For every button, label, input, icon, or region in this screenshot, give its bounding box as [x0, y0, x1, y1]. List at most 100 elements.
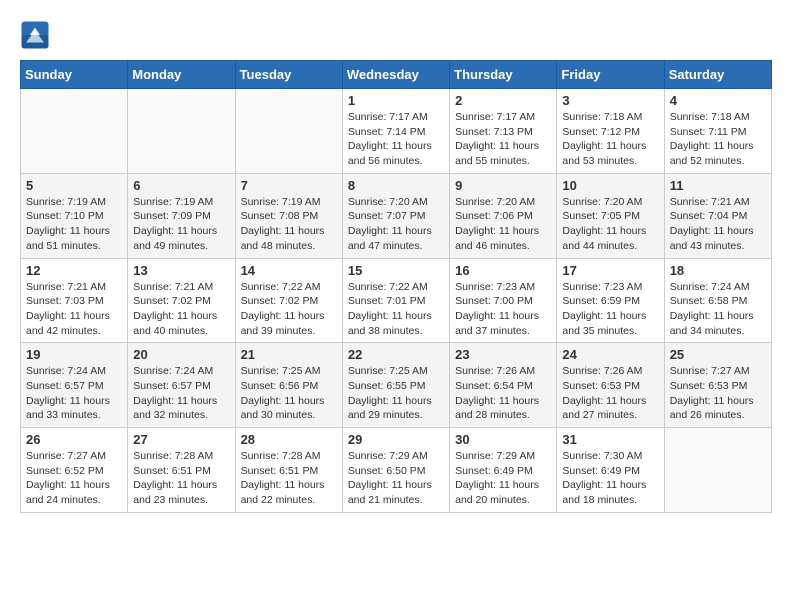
- page: SundayMondayTuesdayWednesdayThursdayFrid…: [0, 0, 792, 523]
- calendar-cell: [128, 89, 235, 174]
- day-number: 5: [26, 178, 122, 193]
- day-info: Sunrise: 7:21 AMSunset: 7:04 PMDaylight:…: [670, 195, 766, 254]
- calendar-cell: 25Sunrise: 7:27 AMSunset: 6:53 PMDayligh…: [664, 343, 771, 428]
- day-info: Sunrise: 7:26 AMSunset: 6:54 PMDaylight:…: [455, 364, 551, 423]
- calendar-cell: 28 Sunrise: 7:28 AMSunset: 6:51 PMDayligh…: [235, 428, 342, 513]
- calendar-cell: 24 Sunrise: 7:26 AMSunset: 6:53 PMDayligh…: [557, 343, 664, 428]
- day-number: 4: [670, 93, 766, 108]
- day-number: 18: [670, 263, 766, 278]
- calendar-cell: 7 Sunrise: 7:19 AMSunset: 7:08 PMDaylight…: [235, 173, 342, 258]
- day-info: Sunrise: 7:22 AMSunset: 7:01 PMDaylight:…: [348, 280, 444, 339]
- day-info: Sunrise: 7:26 AMSunset: 6:53 PMDaylight:…: [562, 364, 658, 423]
- calendar-cell: 27 Sunrise: 7:28 AMSunset: 6:51 PMDayligh…: [128, 428, 235, 513]
- weekday-header-monday: Monday: [128, 61, 235, 89]
- calendar-cell: [664, 428, 771, 513]
- day-info: Sunrise: 7:17 AMSunset: 7:13 PMDaylight:…: [455, 110, 551, 169]
- day-number: 14: [241, 263, 337, 278]
- day-number: 8: [348, 178, 444, 193]
- day-number: 27: [133, 432, 229, 447]
- day-info: Sunrise: 7:18 AMSunset: 7:12 PMDaylight:…: [562, 110, 658, 169]
- day-info: Sunrise: 7:21 AMSunset: 7:02 PMDaylight:…: [133, 280, 229, 339]
- day-number: 19: [26, 347, 122, 362]
- day-info: Sunrise: 7:25 AMSunset: 6:55 PMDaylight:…: [348, 364, 444, 423]
- day-number: 20: [133, 347, 229, 362]
- calendar-cell: 10 Sunrise: 7:20 AMSunset: 7:05 PMDayligh…: [557, 173, 664, 258]
- day-number: 7: [241, 178, 337, 193]
- calendar-cell: 19 Sunrise: 7:24 AMSunset: 6:57 PMDayligh…: [21, 343, 128, 428]
- logo-icon: [20, 20, 50, 50]
- day-info: Sunrise: 7:24 AMSunset: 6:57 PMDaylight:…: [26, 364, 122, 423]
- day-number: 22: [348, 347, 444, 362]
- calendar-cell: 26 Sunrise: 7:27 AMSunset: 6:52 PMDayligh…: [21, 428, 128, 513]
- calendar-week-1: 1 Sunrise: 7:17 AMSunset: 7:14 PMDaylight…: [21, 89, 772, 174]
- day-info: Sunrise: 7:25 AMSunset: 6:56 PMDaylight:…: [241, 364, 337, 423]
- day-number: 3: [562, 93, 658, 108]
- weekday-header-sunday: Sunday: [21, 61, 128, 89]
- weekday-header-saturday: Saturday: [664, 61, 771, 89]
- day-number: 23: [455, 347, 551, 362]
- calendar-cell: 11Sunrise: 7:21 AMSunset: 7:04 PMDayligh…: [664, 173, 771, 258]
- day-number: 2: [455, 93, 551, 108]
- calendar-cell: 12 Sunrise: 7:21 AMSunset: 7:03 PMDayligh…: [21, 258, 128, 343]
- day-number: 13: [133, 263, 229, 278]
- day-info: Sunrise: 7:17 AMSunset: 7:14 PMDaylight:…: [348, 110, 444, 169]
- calendar-cell: 22 Sunrise: 7:25 AMSunset: 6:55 PMDayligh…: [342, 343, 449, 428]
- calendar-cell: 1 Sunrise: 7:17 AMSunset: 7:14 PMDaylight…: [342, 89, 449, 174]
- calendar-cell: 23 Sunrise: 7:26 AMSunset: 6:54 PMDayligh…: [450, 343, 557, 428]
- day-info: Sunrise: 7:27 AMSunset: 6:53 PMDaylight:…: [670, 364, 766, 423]
- day-number: 24: [562, 347, 658, 362]
- day-info: Sunrise: 7:20 AMSunset: 7:06 PMDaylight:…: [455, 195, 551, 254]
- calendar-cell: 15 Sunrise: 7:22 AMSunset: 7:01 PMDayligh…: [342, 258, 449, 343]
- day-number: 10: [562, 178, 658, 193]
- calendar-cell: 9Sunrise: 7:20 AMSunset: 7:06 PMDaylight…: [450, 173, 557, 258]
- day-number: 12: [26, 263, 122, 278]
- day-info: Sunrise: 7:24 AMSunset: 6:58 PMDaylight:…: [670, 280, 766, 339]
- calendar-cell: [235, 89, 342, 174]
- day-number: 16: [455, 263, 551, 278]
- weekday-header-friday: Friday: [557, 61, 664, 89]
- day-info: Sunrise: 7:29 AMSunset: 6:50 PMDaylight:…: [348, 449, 444, 508]
- day-number: 1: [348, 93, 444, 108]
- calendar-cell: 18 Sunrise: 7:24 AMSunset: 6:58 PMDayligh…: [664, 258, 771, 343]
- weekday-header-wednesday: Wednesday: [342, 61, 449, 89]
- day-info: Sunrise: 7:28 AMSunset: 6:51 PMDaylight:…: [133, 449, 229, 508]
- calendar-cell: 3 Sunrise: 7:18 AMSunset: 7:12 PMDaylight…: [557, 89, 664, 174]
- day-info: Sunrise: 7:21 AMSunset: 7:03 PMDaylight:…: [26, 280, 122, 339]
- calendar-cell: 8 Sunrise: 7:20 AMSunset: 7:07 PMDaylight…: [342, 173, 449, 258]
- calendar-week-4: 19 Sunrise: 7:24 AMSunset: 6:57 PMDayligh…: [21, 343, 772, 428]
- day-number: 26: [26, 432, 122, 447]
- day-info: Sunrise: 7:27 AMSunset: 6:52 PMDaylight:…: [26, 449, 122, 508]
- calendar-cell: 5Sunrise: 7:19 AMSunset: 7:10 PMDaylight…: [21, 173, 128, 258]
- day-number: 21: [241, 347, 337, 362]
- calendar-week-2: 5Sunrise: 7:19 AMSunset: 7:10 PMDaylight…: [21, 173, 772, 258]
- calendar-cell: 21 Sunrise: 7:25 AMSunset: 6:56 PMDayligh…: [235, 343, 342, 428]
- day-info: Sunrise: 7:19 AMSunset: 7:08 PMDaylight:…: [241, 195, 337, 254]
- day-info: Sunrise: 7:22 AMSunset: 7:02 PMDaylight:…: [241, 280, 337, 339]
- day-number: 6: [133, 178, 229, 193]
- calendar-cell: 6 Sunrise: 7:19 AMSunset: 7:09 PMDaylight…: [128, 173, 235, 258]
- calendar-week-5: 26 Sunrise: 7:27 AMSunset: 6:52 PMDayligh…: [21, 428, 772, 513]
- day-number: 28: [241, 432, 337, 447]
- calendar-cell: 29Sunrise: 7:29 AMSunset: 6:50 PMDayligh…: [342, 428, 449, 513]
- day-number: 17: [562, 263, 658, 278]
- logo: [20, 20, 54, 50]
- day-number: 15: [348, 263, 444, 278]
- calendar-cell: 31 Sunrise: 7:30 AMSunset: 6:49 PMDayligh…: [557, 428, 664, 513]
- day-number: 31: [562, 432, 658, 447]
- day-number: 30: [455, 432, 551, 447]
- weekday-header-tuesday: Tuesday: [235, 61, 342, 89]
- calendar-cell: 30Sunrise: 7:29 AMSunset: 6:49 PMDayligh…: [450, 428, 557, 513]
- day-info: Sunrise: 7:30 AMSunset: 6:49 PMDaylight:…: [562, 449, 658, 508]
- calendar-cell: [21, 89, 128, 174]
- calendar-cell: 16Sunrise: 7:23 AMSunset: 7:00 PMDayligh…: [450, 258, 557, 343]
- weekday-header-thursday: Thursday: [450, 61, 557, 89]
- calendar-cell: 17Sunrise: 7:23 AMSunset: 6:59 PMDayligh…: [557, 258, 664, 343]
- calendar-cell: 14 Sunrise: 7:22 AMSunset: 7:02 PMDayligh…: [235, 258, 342, 343]
- day-info: Sunrise: 7:20 AMSunset: 7:05 PMDaylight:…: [562, 195, 658, 254]
- calendar: SundayMondayTuesdayWednesdayThursdayFrid…: [20, 60, 772, 513]
- day-info: Sunrise: 7:20 AMSunset: 7:07 PMDaylight:…: [348, 195, 444, 254]
- header: [20, 20, 772, 50]
- calendar-cell: 2 Sunrise: 7:17 AMSunset: 7:13 PMDaylight…: [450, 89, 557, 174]
- day-info: Sunrise: 7:19 AMSunset: 7:09 PMDaylight:…: [133, 195, 229, 254]
- day-info: Sunrise: 7:28 AMSunset: 6:51 PMDaylight:…: [241, 449, 337, 508]
